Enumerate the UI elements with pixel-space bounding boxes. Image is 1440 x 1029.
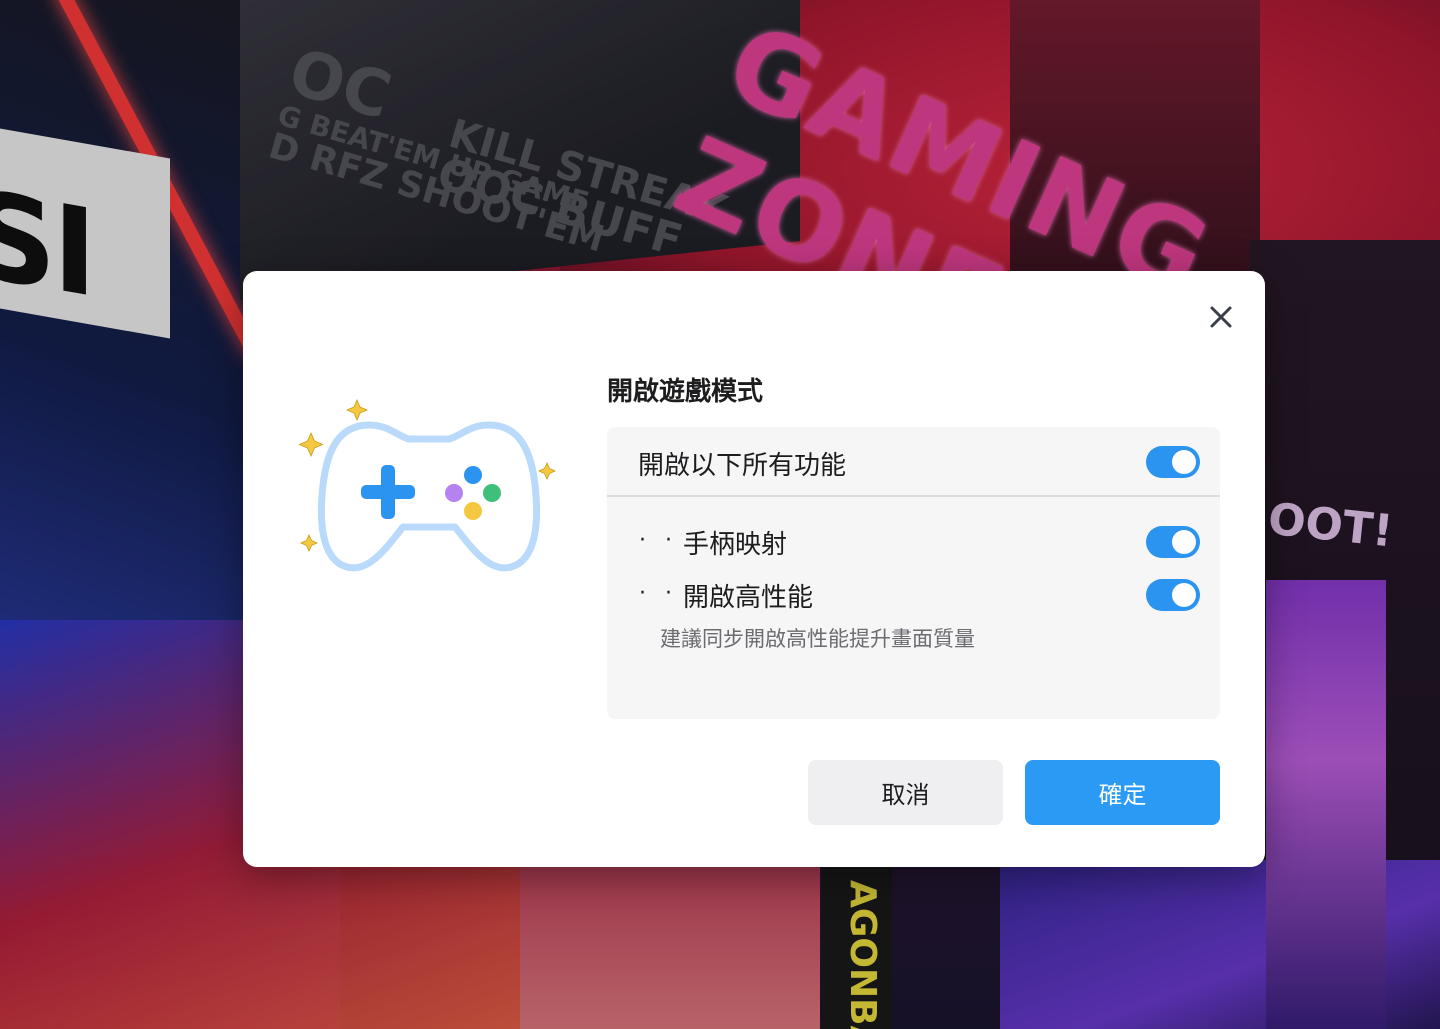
gamepad-mapping-row: · · 手柄映射 (607, 524, 1220, 564)
settings-panel: 開啟以下所有功能 · · 手柄映射 · · 開啟高性能 建議同步開啟高性能提升畫… (607, 427, 1220, 719)
cancel-button[interactable]: 取消 (808, 760, 1003, 825)
gamepad-mapping-label: 手柄映射 (683, 530, 788, 560)
high-performance-row: · · 開啟高性能 (607, 577, 1220, 617)
all-features-toggle[interactable] (1146, 446, 1200, 478)
high-performance-toggle[interactable] (1146, 579, 1200, 611)
bullet: · · (639, 528, 678, 553)
bullet: · · (639, 581, 678, 606)
all-features-label: 開啟以下所有功能 (638, 451, 847, 481)
gamepad-mapping-toggle[interactable] (1146, 526, 1200, 558)
close-icon (1210, 306, 1232, 328)
gamepad-icon (299, 398, 556, 572)
close-button[interactable] (1205, 301, 1237, 333)
high-performance-hint: 建議同步開啟高性能提升畫面質量 (660, 627, 975, 651)
high-performance-label: 開啟高性能 (683, 583, 814, 613)
game-mode-dialog: 開啟遊戲模式 開啟以下所有功能 · · 手柄映射 · · 開啟高性能 建議同步開… (243, 271, 1265, 867)
dialog-title: 開啟遊戲模式 (607, 377, 764, 407)
confirm-button[interactable]: 確定 (1025, 760, 1220, 825)
all-features-row: 開啟以下所有功能 (607, 427, 1220, 497)
